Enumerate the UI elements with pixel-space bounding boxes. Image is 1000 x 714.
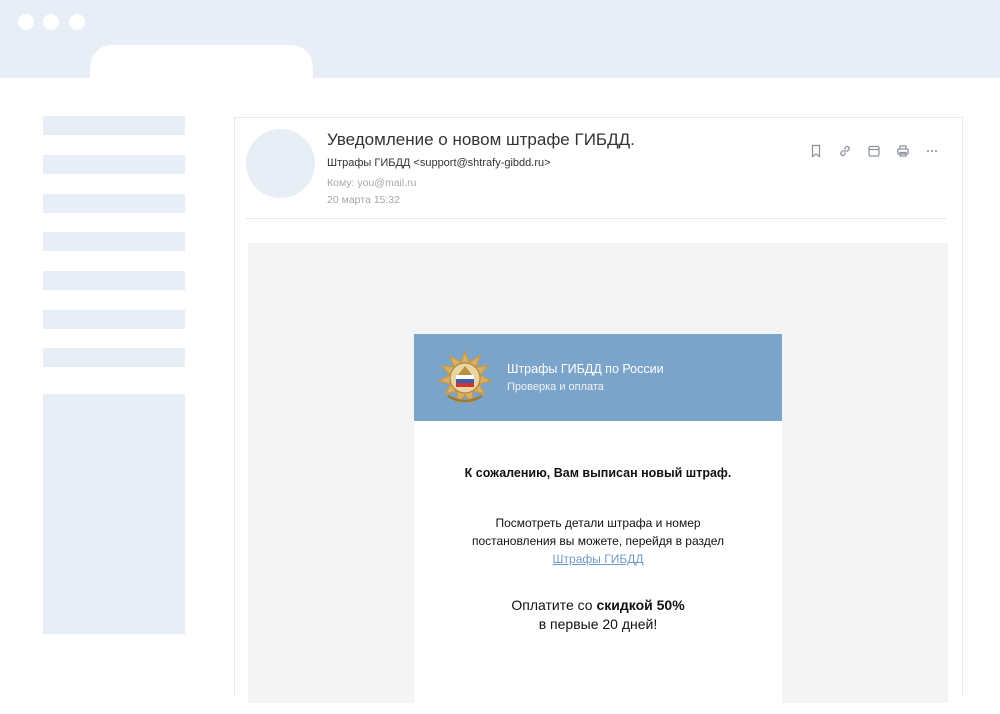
more-icon[interactable] xyxy=(923,142,941,160)
letter-details: Посмотреть детали штрафа и номер постано… xyxy=(414,514,782,568)
calendar-icon[interactable] xyxy=(865,142,883,160)
sidebar-item-6[interactable] xyxy=(43,310,185,329)
promo-prefix: Оплатите со xyxy=(511,597,597,613)
sidebar-item-1[interactable] xyxy=(43,116,185,135)
promo-discount: скидкой 50% xyxy=(596,597,685,613)
letter-card: Штрафы ГИБДД по России Проверка и оплата… xyxy=(414,334,782,714)
details-line-2: постановления вы можете, перейдя в разде… xyxy=(471,534,725,548)
email-toolbar xyxy=(807,142,941,160)
letter-header: Штрафы ГИБДД по России Проверка и оплата xyxy=(414,334,782,421)
fines-link[interactable]: Штрафы ГИБДД xyxy=(553,552,644,566)
letter-headline: К сожалению, Вам выписан новый штраф. xyxy=(464,466,732,480)
bookmark-icon[interactable] xyxy=(807,142,825,160)
sidebar-panel xyxy=(43,394,185,634)
sidebar-item-7[interactable] xyxy=(43,348,185,367)
window-dot-minimize[interactable] xyxy=(43,14,59,30)
window-dot-maximize[interactable] xyxy=(69,14,85,30)
details-line-1: Посмотреть детали штрафа и номер xyxy=(495,516,701,530)
print-icon[interactable] xyxy=(894,142,912,160)
link-icon[interactable] xyxy=(836,142,854,160)
sidebar-item-3[interactable] xyxy=(43,194,185,213)
brand-subtitle: Проверка и оплата xyxy=(507,381,604,393)
browser-top-bar xyxy=(0,0,1000,85)
sender-avatar xyxy=(246,129,315,198)
sidebar-item-2[interactable] xyxy=(43,155,185,174)
sidebar-item-5[interactable] xyxy=(43,271,185,290)
sidebar-item-4[interactable] xyxy=(43,232,185,251)
gibdd-emblem-icon xyxy=(436,350,494,405)
promo-line-2: в первые 20 дней! xyxy=(538,616,658,632)
email-subject: Уведомление о новом штрафе ГИБДД. xyxy=(327,130,635,149)
letter-promo: Оплатите со скидкой 50% в первые 20 дней… xyxy=(414,596,782,634)
email-sender[interactable]: Штрафы ГИБДД <support@shtrafy-gibdd.ru> xyxy=(327,157,551,169)
email-date: 20 марта 15:32 xyxy=(327,194,400,206)
brand-title: Штрафы ГИБДД по России xyxy=(507,362,664,376)
email-body: Штрафы ГИБДД по России Проверка и оплата… xyxy=(248,243,948,714)
header-divider xyxy=(246,218,946,219)
email-recipient: Кому: you@mail.ru xyxy=(327,177,417,189)
browser-tab-active[interactable] xyxy=(90,45,313,85)
email-view: Уведомление о новом штрафе ГИБДД. Штрафы… xyxy=(234,117,963,714)
window-dot-close[interactable] xyxy=(18,14,34,30)
